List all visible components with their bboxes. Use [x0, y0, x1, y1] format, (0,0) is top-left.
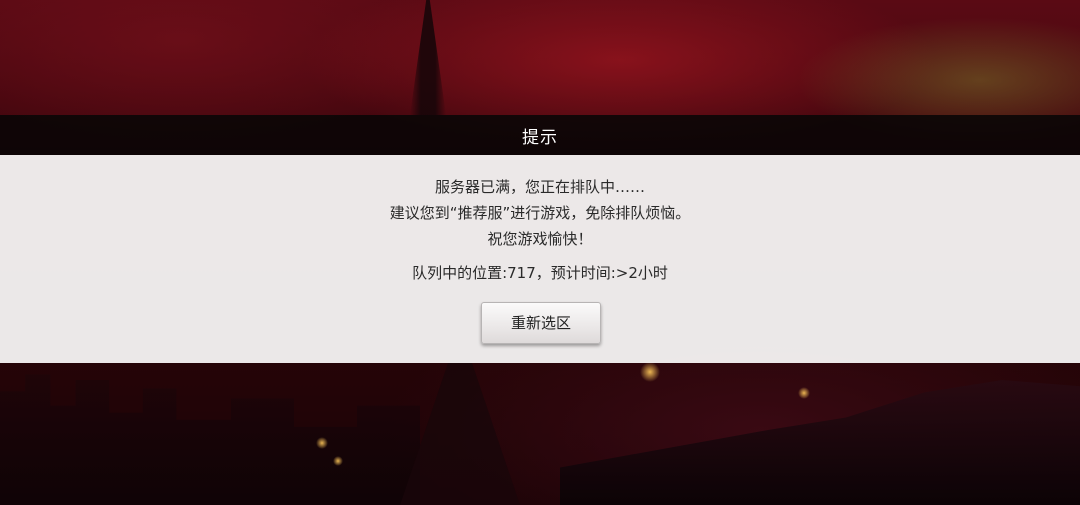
ember-glow	[798, 387, 810, 399]
ember-glow	[640, 362, 660, 382]
dialog-title: 提示	[522, 127, 558, 148]
game-screen: 提示 服务器已满，您正在排队中…… 建议您到“推荐服”进行游戏，免除排队烦恼。 …	[0, 0, 1080, 505]
reselect-server-button[interactable]: 重新选区	[481, 302, 601, 344]
ember-glow	[316, 437, 328, 449]
dialog-title-bar: 提示	[0, 115, 1080, 155]
message-line-server-full: 服务器已满，您正在排队中……	[434, 178, 645, 196]
message-line-recommend: 建议您到“推荐服”进行游戏，免除排队烦恼。	[389, 204, 691, 222]
ember-glow	[333, 456, 343, 466]
queue-position-text: 队列中的位置:717，预计时间:>2小时	[412, 264, 668, 282]
message-line-greeting: 祝您游戏愉快！	[487, 230, 593, 248]
dialog-panel: 服务器已满，您正在排队中…… 建议您到“推荐服”进行游戏，免除排队烦恼。 祝您游…	[0, 155, 1080, 363]
